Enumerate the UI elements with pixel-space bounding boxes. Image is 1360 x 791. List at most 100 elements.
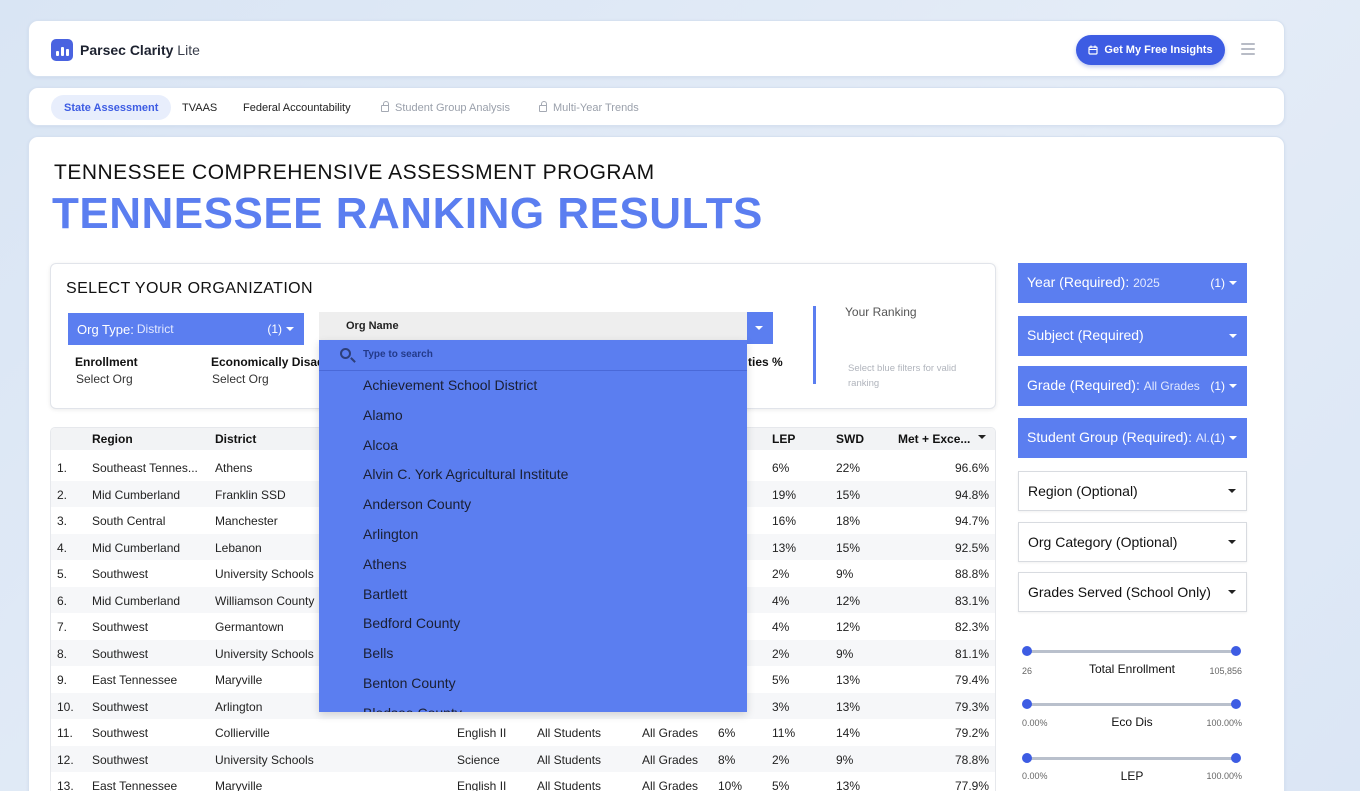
swd-cell: 9%: [836, 752, 854, 767]
tab-student-group-analysis[interactable]: Student Group Analysis: [368, 95, 523, 120]
org-name-header[interactable]: Org Name: [319, 312, 747, 340]
search-input[interactable]: Type to search: [363, 349, 433, 360]
org-option[interactable]: Bells: [363, 645, 393, 661]
lep-cell: 3%: [772, 699, 790, 714]
chevron-down-icon: [1228, 540, 1236, 544]
select-organization-heading: SELECT YOUR ORGANIZATION: [66, 280, 313, 297]
slider-max-value: 100.00%: [1206, 718, 1242, 728]
rank-cell: 8.: [57, 646, 68, 661]
met-exceeded-cell: 79.4%: [954, 673, 989, 687]
menu-icon[interactable]: [1241, 43, 1255, 58]
lep-range-slider[interactable]: 0.00% LEP 100.00%: [1022, 753, 1242, 789]
slider-max-value: 100.00%: [1206, 771, 1242, 781]
top-header: Parsec Clarity Lite Get My Free Insights: [28, 20, 1285, 77]
year-filter[interactable]: Year (Required): 2025 (1): [1018, 263, 1247, 303]
org-option[interactable]: Alcoa: [363, 437, 398, 453]
district-cell: Arlington: [215, 699, 263, 714]
table-row[interactable]: 13. East Tennessee Maryville English II All …: [51, 772, 995, 791]
brand-logo[interactable]: Parsec Clarity Lite: [51, 39, 200, 61]
region-cell: Southwest: [92, 752, 149, 767]
met-exceeded-cell: 83.1%: [954, 593, 989, 608]
met-exceeded-cell: 81.1%: [954, 646, 989, 661]
table-row[interactable]: 12. Southwest University Schools Science All…: [51, 745, 995, 772]
org-option[interactable]: Bedford County: [363, 615, 460, 631]
district-cell: Manchester: [215, 514, 278, 528]
enrollment-value: Select Org: [76, 372, 133, 386]
subject-filter[interactable]: Subject (Required): [1018, 316, 1247, 356]
district-cell: Maryville: [215, 779, 263, 791]
lep-cell: 2%: [772, 646, 790, 661]
grade-cell: All Grades: [642, 752, 699, 767]
org-name-dropdown[interactable]: Org Name Type to search Achievement Scho…: [319, 312, 773, 712]
bar-chart-logo-icon: [51, 39, 73, 61]
ranking-hint: Select blue filters for valid ranking: [848, 363, 957, 389]
org-option[interactable]: Alvin C. York Agricultural Institute: [363, 466, 568, 482]
table-row[interactable]: 11. Southwest Collierville English II All St…: [51, 719, 995, 746]
region-cell: Mid Cumberland: [92, 593, 181, 608]
student-group-filter[interactable]: Student Group (Required): Al... (1): [1018, 418, 1247, 458]
swd-cell: 15%: [836, 487, 861, 502]
chevron-down-icon: [1228, 590, 1236, 594]
swd-cell: 9%: [836, 567, 854, 581]
org-option[interactable]: Benton County: [363, 675, 456, 691]
swd-cell: 13%: [836, 673, 861, 687]
grade-cell: All Grades: [642, 779, 699, 791]
grades-served-filter[interactable]: Grades Served (School Only): [1018, 572, 1247, 612]
rank-cell: 5.: [57, 567, 68, 581]
column-header-district[interactable]: District: [215, 432, 256, 446]
rank-cell: 4.: [57, 540, 68, 555]
district-cell: University Schools: [215, 752, 314, 767]
column-header-met-exceeded[interactable]: Met + Exce...: [898, 432, 970, 446]
org-option[interactable]: Alamo: [363, 407, 403, 423]
eco-dis-range-slider[interactable]: 0.00% Eco Dis 100.00%: [1022, 699, 1242, 735]
region-cell: Southwest: [92, 567, 149, 581]
get-insights-button[interactable]: Get My Free Insights: [1076, 35, 1225, 65]
met-exceeded-cell: 94.7%: [954, 514, 989, 528]
slider-min-handle[interactable]: [1022, 646, 1032, 656]
column-header-swd[interactable]: SWD: [836, 432, 864, 446]
slider-min-handle[interactable]: [1022, 699, 1032, 709]
column-header-lep[interactable]: LEP: [772, 432, 795, 446]
econ-disadv-value: Select Org: [212, 372, 269, 386]
cta-label: Get My Free Insights: [1104, 44, 1213, 56]
org-option[interactable]: Athens: [363, 556, 407, 572]
sort-desc-icon[interactable]: [978, 435, 986, 439]
slider-max-handle[interactable]: [1231, 699, 1241, 709]
org-option[interactable]: Arlington: [363, 526, 418, 542]
org-option[interactable]: Bartlett: [363, 586, 407, 602]
slider-min-handle[interactable]: [1022, 753, 1032, 763]
org-option[interactable]: Achievement School District: [363, 377, 537, 393]
tab-state-assessment[interactable]: State Assessment: [51, 95, 172, 120]
enrollment-range-slider[interactable]: 26 Total Enrollment 105,856: [1022, 646, 1242, 682]
tab-federal-accountability[interactable]: Federal Accountability: [230, 95, 364, 120]
rank-cell: 3.: [57, 514, 68, 528]
met-exceeded-cell: 96.6%: [954, 461, 989, 475]
org-option[interactable]: Bledsoe County: [363, 705, 462, 712]
district-cell: Franklin SSD: [215, 487, 286, 502]
swd-cell: 15%: [836, 540, 861, 555]
chevron-down-icon: [1229, 384, 1237, 388]
org-option[interactable]: Anderson County: [363, 496, 471, 512]
tab-multi-year-trends[interactable]: Multi-Year Trends: [526, 95, 652, 120]
grade-filter[interactable]: Grade (Required): All Grades (1): [1018, 366, 1247, 406]
region-cell: Southwest: [92, 699, 149, 714]
org-type-filter[interactable]: Org Type: District (1): [68, 313, 304, 345]
org-search-box[interactable]: Type to search: [319, 340, 747, 371]
eco-dis-cell: 8%: [718, 752, 736, 767]
region-cell: Southwest: [92, 726, 149, 740]
slider-max-handle[interactable]: [1231, 646, 1241, 656]
org-name-toggle[interactable]: [747, 312, 773, 344]
tab-tvaas[interactable]: TVAAS: [169, 95, 230, 120]
chevron-down-icon: [1229, 334, 1237, 338]
met-exceeded-cell: 82.3%: [954, 620, 989, 634]
column-header-region[interactable]: Region: [92, 432, 133, 446]
region-cell: Southwest: [92, 620, 149, 634]
rank-cell: 6.: [57, 593, 68, 608]
slider-track: [1027, 650, 1236, 653]
lep-cell: 4%: [772, 593, 790, 608]
slider-max-handle[interactable]: [1231, 753, 1241, 763]
district-cell: Lebanon: [215, 540, 262, 555]
org-category-filter[interactable]: Org Category (Optional): [1018, 522, 1247, 562]
region-cell: Mid Cumberland: [92, 487, 181, 502]
region-filter[interactable]: Region (Optional): [1018, 471, 1247, 511]
